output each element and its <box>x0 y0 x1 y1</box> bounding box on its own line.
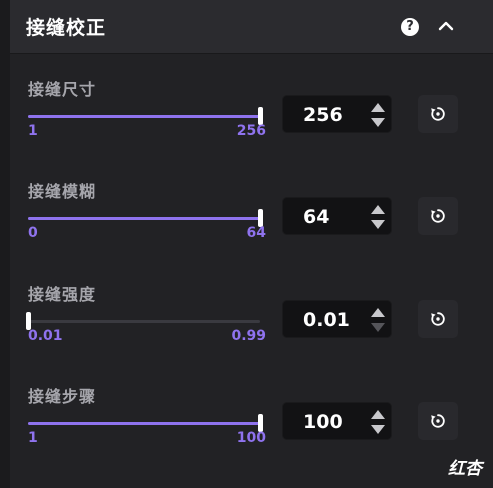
slider-max-label: 64 <box>246 225 266 241</box>
slider-min-label: 0 <box>28 225 38 241</box>
increment-arrow-icon[interactable] <box>370 408 386 420</box>
slider-max-label: 256 <box>236 123 266 139</box>
seam-size-slider[interactable] <box>28 107 263 125</box>
panel-title: 接缝校正 <box>26 17 107 39</box>
slider-fill <box>28 115 260 118</box>
chevron-up-icon[interactable] <box>436 16 456 36</box>
decrement-arrow-icon[interactable] <box>370 219 386 231</box>
decrement-arrow-icon[interactable] <box>370 117 386 129</box>
input-value[interactable]: 256 <box>303 104 343 126</box>
reset-icon <box>431 312 445 326</box>
input-value[interactable]: 100 <box>303 411 343 433</box>
seam-steps-slider[interactable] <box>28 414 263 432</box>
seam-blur-slider[interactable] <box>28 209 263 227</box>
reset-icon <box>431 107 445 121</box>
slider-fill <box>28 217 260 220</box>
slider-min-label: 1 <box>28 123 38 139</box>
seam-size-label: 接缝尺寸 <box>28 80 97 99</box>
reset-button[interactable] <box>418 197 458 235</box>
seam-steps-section: 接缝步骤 1 100 100 <box>10 383 493 483</box>
increment-arrow-icon[interactable] <box>370 101 386 113</box>
increment-arrow-icon[interactable] <box>370 203 386 215</box>
slider-min-label: 0.01 <box>28 328 63 344</box>
seam-steps-input[interactable]: 100 <box>282 402 392 440</box>
seam-blur-label: 接缝模糊 <box>28 182 97 201</box>
input-value[interactable]: 64 <box>303 206 329 228</box>
watermark: 红杏 <box>448 459 482 479</box>
decrement-arrow-icon[interactable] <box>370 424 386 436</box>
decrement-arrow-icon[interactable] <box>370 322 386 334</box>
reset-icon <box>431 414 445 428</box>
seam-size-input[interactable]: 256 <box>282 95 392 133</box>
seam-strength-section: 接缝强度 0.01 0.99 0.01 <box>10 281 493 381</box>
slider-min-label: 1 <box>28 430 38 446</box>
seam-size-section: 接缝尺寸 1 256 256 <box>10 76 493 176</box>
input-value[interactable]: 0.01 <box>303 309 350 331</box>
seam-strength-label: 接缝强度 <box>28 285 97 304</box>
reset-button[interactable] <box>418 402 458 440</box>
seam-steps-label: 接缝步骤 <box>28 387 97 406</box>
question-circle-icon[interactable]: ? <box>401 18 419 36</box>
slider-max-label: 0.99 <box>231 328 266 344</box>
increment-arrow-icon[interactable] <box>370 306 386 318</box>
reset-button[interactable] <box>418 300 458 338</box>
reset-button[interactable] <box>418 95 458 133</box>
seam-correction-panel: 接缝校正 ? 接缝尺寸 1 256 256 接缝模糊 0 64 64 接缝强度 … <box>10 0 493 488</box>
seam-blur-input[interactable]: 64 <box>282 197 392 235</box>
slider-max-label: 100 <box>236 430 266 446</box>
slider-fill <box>28 422 260 425</box>
seam-strength-input[interactable]: 0.01 <box>282 300 392 338</box>
reset-icon <box>431 209 445 223</box>
seam-blur-section: 接缝模糊 0 64 64 <box>10 178 493 278</box>
seam-strength-slider[interactable] <box>26 312 260 330</box>
panel-header[interactable]: 接缝校正 ? <box>10 0 493 54</box>
